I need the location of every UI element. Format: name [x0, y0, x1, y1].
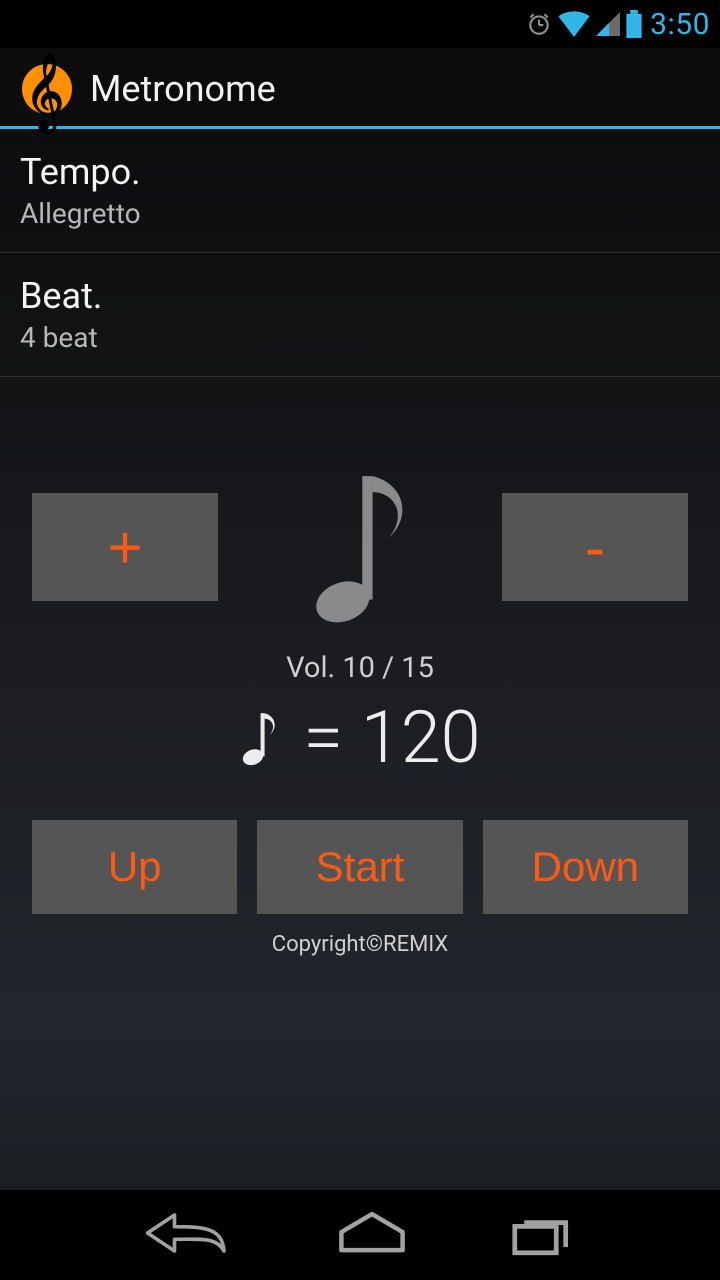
navigation-bar [0, 1190, 720, 1280]
back-icon[interactable] [143, 1208, 233, 1262]
main-panel: + - Vol. 10 / 15 = 120 Up Start Down Cop… [0, 377, 720, 957]
bpm-display: = 120 [32, 695, 688, 780]
volume-row: + - [32, 467, 688, 627]
beat-row[interactable]: Beat. 4 beat [0, 253, 720, 377]
beat-label: Beat. [20, 275, 700, 317]
tempo-value: Allegretto [20, 197, 700, 230]
status-icons [526, 10, 642, 38]
tempo-row[interactable]: Tempo. Allegretto [0, 129, 720, 253]
status-bar: 3:50 [0, 0, 720, 48]
app-icon: 𝄞 [22, 64, 72, 114]
eighth-note-large-icon [300, 467, 420, 627]
home-icon[interactable] [336, 1208, 408, 1262]
alarm-icon [526, 11, 552, 37]
volume-down-button[interactable]: - [502, 493, 688, 601]
tempo-label: Tempo. [20, 151, 700, 193]
copyright-text: Copyright©REMIX [32, 932, 688, 957]
app-title: Metronome [90, 68, 276, 110]
volume-up-button[interactable]: + [32, 493, 218, 601]
action-bar: 𝄞 Metronome [0, 48, 720, 129]
tempo-buttons: Up Start Down [32, 820, 688, 914]
eighth-note-small-icon [239, 706, 279, 770]
wifi-icon [558, 11, 590, 37]
volume-text: Vol. 10 / 15 [32, 651, 688, 685]
tempo-up-button[interactable]: Up [32, 820, 237, 914]
signal-icon [596, 11, 620, 37]
status-time: 3:50 [650, 7, 710, 42]
beat-value: 4 beat [20, 321, 700, 354]
start-button[interactable]: Start [257, 820, 462, 914]
battery-icon [626, 10, 642, 38]
bpm-value: = 120 [303, 695, 480, 780]
tempo-down-button[interactable]: Down [483, 820, 688, 914]
recent-apps-icon[interactable] [511, 1208, 577, 1262]
